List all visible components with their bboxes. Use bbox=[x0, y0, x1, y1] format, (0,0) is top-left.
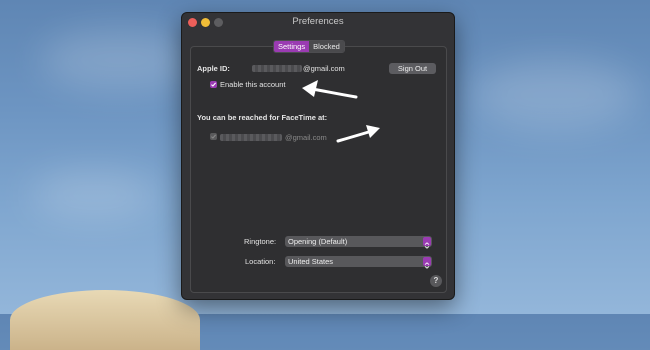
preferences-window: Preferences Settings Blocked Apple ID: @… bbox=[181, 12, 455, 300]
enable-account-label: Enable this account bbox=[220, 80, 286, 89]
desktop-dune bbox=[10, 290, 200, 350]
location-label: Location: bbox=[245, 257, 276, 266]
location-value: United States bbox=[288, 257, 334, 266]
apple-id-domain: @gmail.com bbox=[303, 64, 345, 73]
redacted-facetime-email bbox=[220, 134, 282, 141]
annotation-arrow-icon bbox=[302, 80, 358, 99]
checkmark-icon bbox=[211, 134, 217, 139]
facetime-address-checkbox[interactable] bbox=[210, 133, 217, 140]
annotation-arrow-icon bbox=[336, 125, 380, 143]
tab-bar: Settings Blocked bbox=[273, 40, 345, 53]
ringtone-select[interactable]: Opening (Default) bbox=[285, 236, 432, 249]
help-button[interactable]: ? bbox=[430, 275, 442, 287]
titlebar: Preferences bbox=[182, 13, 454, 33]
desktop-cloud bbox=[40, 30, 200, 90]
tab-settings[interactable]: Settings bbox=[274, 41, 310, 52]
desktop-cloud bbox=[30, 170, 160, 220]
location-select[interactable]: United States bbox=[285, 256, 432, 269]
chevron-updown-icon bbox=[423, 257, 431, 269]
checkmark-icon bbox=[211, 82, 217, 87]
ringtone-label: Ringtone: bbox=[244, 237, 277, 246]
facetime-address-domain: @gmail.com bbox=[285, 133, 327, 142]
facetime-reach-label: You can be reached for FaceTime at: bbox=[197, 113, 328, 122]
ringtone-value: Opening (Default) bbox=[288, 237, 348, 246]
tab-blocked[interactable]: Blocked bbox=[309, 41, 344, 52]
chevron-updown-icon bbox=[423, 237, 431, 249]
window-title: Preferences bbox=[292, 16, 344, 27]
desktop-cloud bbox=[470, 60, 640, 130]
enable-account-checkbox[interactable] bbox=[210, 81, 217, 88]
sign-out-button[interactable]: Sign Out bbox=[389, 63, 436, 74]
apple-id-label: Apple ID: bbox=[197, 64, 230, 73]
redacted-email bbox=[252, 65, 302, 72]
